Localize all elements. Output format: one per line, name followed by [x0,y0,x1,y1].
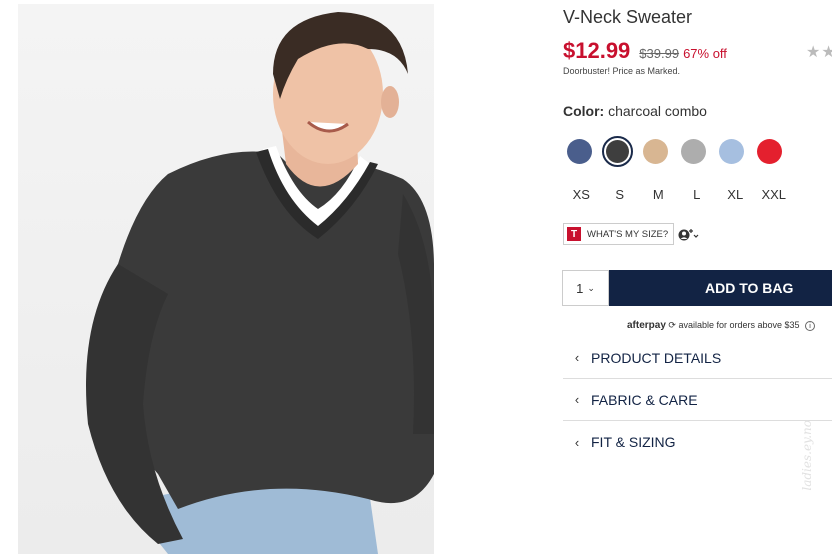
product-page: V-Neck Sweater $12.99 $39.99 67% off ★★ … [0,0,832,555]
user-plus-icon-svg [678,229,699,241]
afterpay-logo-icon: ⟳ [668,320,676,330]
product-image [18,4,434,554]
color-selector-label: Color: charcoal combo [563,103,707,119]
color-swatch[interactable] [681,139,706,164]
accordion-label: FABRIC & CARE [591,391,698,408]
price-row: $12.99 $39.99 67% off [563,38,727,64]
add-to-bag-button[interactable]: ADD TO BAG [609,270,832,306]
accordion-fit-sizing[interactable]: ‹ FIT & SIZING [563,421,832,463]
accordion-fabric-care[interactable]: ‹ FABRIC & CARE [563,379,832,421]
afterpay-notice: afterpay ⟳ available for orders above $3… [627,320,816,331]
color-swatch[interactable] [567,139,592,164]
size-option[interactable]: XS [562,187,601,202]
chevron-left-icon: ‹ [574,392,580,407]
quantity-select[interactable]: 1 ⌄ [562,270,609,306]
chevron-down-icon: ⌄ [587,282,595,293]
product-title: V-Neck Sweater [563,7,693,27]
afterpay-text: available for orders above $35 [678,320,800,330]
color-swatches [567,136,782,167]
chevron-left-icon: ‹ [574,434,580,450]
size-option[interactable]: S [601,187,640,202]
size-option[interactable]: XXL [755,187,794,202]
watermark: ladies.ey.no [800,420,814,491]
size-tool-logo-icon: T [567,227,581,241]
size-option[interactable]: M [639,187,678,202]
accordion-label: FIT & SIZING [591,434,676,450]
size-selector: XS S M L XL XXL [562,187,793,202]
rating-stars[interactable]: ★★ [806,42,832,62]
user-plus-icon[interactable] [678,228,700,245]
sale-price: $12.99 [563,38,631,63]
color-swatch[interactable] [757,139,782,164]
original-price: $39.99 [639,46,680,61]
color-swatch[interactable] [719,139,744,164]
promo-note: Doorbuster! Price as Marked. [563,66,681,76]
size-option[interactable]: XL [716,187,755,202]
chevron-left-icon: ‹ [574,350,580,365]
discount-badge: 67% off [683,46,727,61]
color-swatch[interactable] [643,139,668,164]
quantity-value: 1 [576,280,584,296]
size-option[interactable]: L [678,187,717,202]
info-icon[interactable]: i [805,321,816,331]
color-swatch[interactable] [602,136,633,167]
whats-my-size-button[interactable]: T WHAT'S MY SIZE? [563,223,675,245]
accordion-label: PRODUCT DETAILS [591,349,722,366]
afterpay-logo: afterpay [627,320,666,331]
accordion-product-details[interactable]: ‹ PRODUCT DETAILS [563,337,832,379]
whats-my-size-label: WHAT'S MY SIZE? [587,228,669,240]
model-photo-illustration [86,12,434,554]
color-label: Color: [563,103,605,119]
color-value: charcoal combo [608,103,707,119]
